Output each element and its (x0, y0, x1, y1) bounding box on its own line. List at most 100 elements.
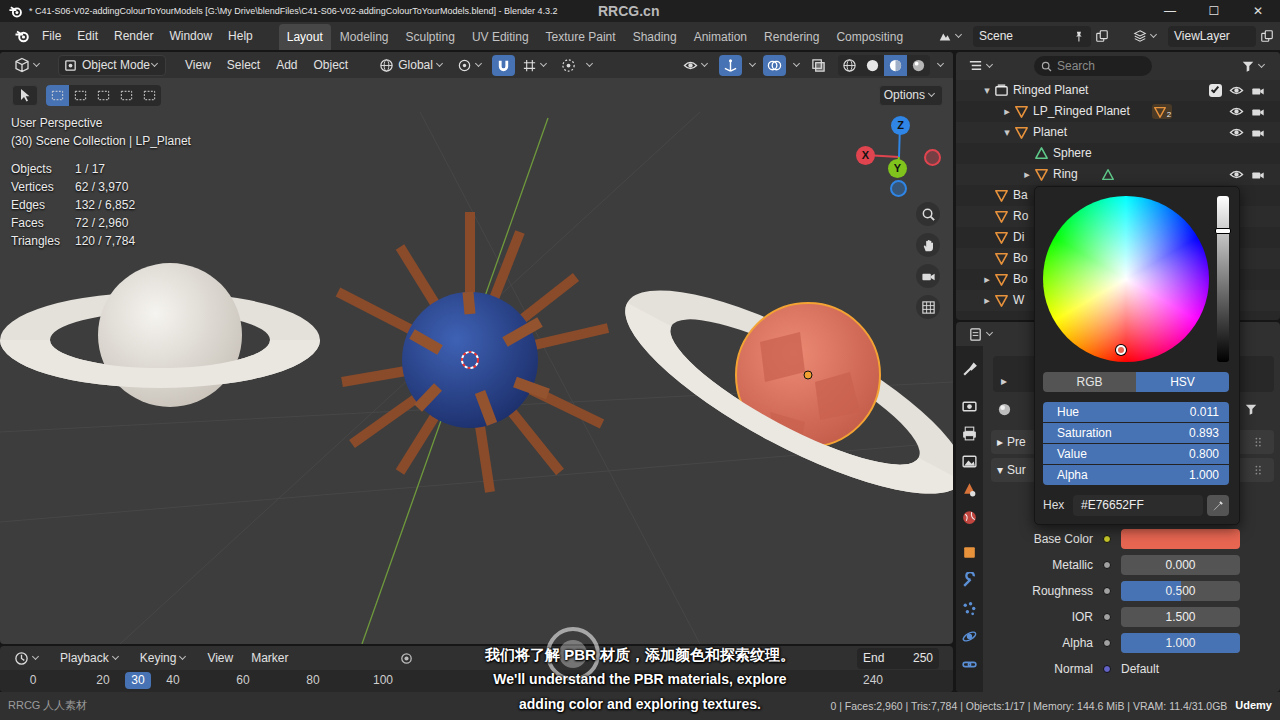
socket-dot-icon[interactable] (1103, 665, 1111, 673)
picker-field[interactable]: Saturation0.893 (1043, 423, 1229, 443)
row-label[interactable]: Planet (1033, 125, 1067, 139)
hue-saturation-wheel[interactable] (1043, 196, 1209, 362)
pivot-dropdown[interactable] (453, 55, 489, 76)
snap-toggle[interactable] (492, 55, 515, 76)
camera-icon[interactable] (1251, 168, 1265, 182)
outliner-row[interactable]: ▾Ringed Planet (956, 80, 1280, 101)
navigation-gizmo[interactable]: XYZ (850, 114, 950, 204)
workspace-tab[interactable]: Shading (625, 24, 685, 50)
value-slider[interactable] (1217, 196, 1229, 362)
property-slider[interactable]: 1.000 (1121, 633, 1240, 653)
viewport-menu[interactable]: Add (268, 55, 305, 75)
menu-item[interactable]: File (34, 26, 69, 46)
timeline-menu[interactable]: Keying (136, 648, 194, 669)
close-button[interactable]: ✕ (1236, 4, 1280, 18)
row-label[interactable]: Di (1013, 230, 1024, 244)
editor-type-button[interactable] (964, 56, 1000, 77)
workspace-tab[interactable]: Rendering (756, 24, 827, 50)
camera-icon[interactable] (1251, 126, 1265, 140)
row-label[interactable]: Bo (1013, 251, 1028, 265)
current-frame-indicator[interactable]: 30 (125, 672, 151, 689)
scene-tab-icon[interactable] (961, 481, 978, 498)
viewport-menu[interactable]: Object (306, 55, 357, 75)
view_layer-tab-icon[interactable] (961, 453, 978, 470)
physics-tab-icon[interactable] (961, 628, 978, 645)
viewport-menu[interactable]: View (177, 55, 219, 75)
scene-browse-button[interactable] (934, 26, 969, 47)
viewport[interactable]: Object Mode ViewSelectAddObject Global Opt… (0, 52, 953, 644)
mode-dropdown[interactable]: Object Mode (58, 55, 166, 76)
xray-toggle[interactable] (807, 55, 830, 76)
timeline-menu[interactable]: Playback (56, 648, 126, 669)
axis-button[interactable]: X (856, 146, 875, 165)
overlay-toggle[interactable] (763, 55, 786, 76)
expand-toggle[interactable]: ▸ (980, 273, 994, 286)
tool-tab-icon[interactable] (961, 361, 978, 378)
property-slider[interactable]: 0.500 (1121, 581, 1240, 601)
negative-z-icon[interactable] (890, 180, 907, 197)
menu-item[interactable]: Render (106, 26, 161, 46)
pan-button[interactable] (916, 233, 940, 257)
slot-expand-toggle[interactable]: ▸ (1001, 374, 1007, 388)
workspace-tab[interactable]: Modeling (332, 24, 397, 50)
socket-dot-icon[interactable] (1103, 561, 1111, 569)
children-badge[interactable]: 2 (1152, 104, 1172, 120)
end-frame-field[interactable]: End250 (857, 648, 939, 669)
socket-dot-icon[interactable] (1103, 613, 1111, 621)
eye-icon[interactable] (1229, 167, 1244, 182)
maximize-button[interactable]: ☐ (1192, 4, 1236, 18)
view-layer-browse-button[interactable] (1129, 26, 1164, 47)
workspace-tab[interactable]: Compositing (828, 24, 911, 50)
select-mode-button[interactable] (46, 85, 69, 106)
zoom-button[interactable] (916, 202, 940, 226)
menu-item[interactable]: Help (220, 26, 261, 46)
scene-field[interactable]: Scene (973, 26, 1091, 47)
children-badge[interactable] (1100, 168, 1116, 182)
row-label[interactable]: LP_Ringed Planet (1033, 104, 1130, 118)
timeline-menu[interactable]: Marker (247, 648, 292, 669)
visibility-dropdown[interactable] (679, 55, 715, 76)
row-label[interactable]: Ba (1013, 188, 1028, 202)
workspace-tab[interactable]: Sculpting (398, 24, 463, 50)
row-label[interactable]: Ring (1053, 167, 1078, 181)
select-mode-button[interactable] (69, 85, 92, 106)
workspace-tab[interactable]: Layout (279, 24, 331, 50)
expand-toggle[interactable]: ▸ (1000, 105, 1014, 118)
axis-button[interactable]: Z (891, 116, 910, 135)
eye-icon[interactable] (1229, 104, 1244, 119)
workspace-tab[interactable]: Animation (686, 24, 755, 50)
select-mode-button[interactable] (92, 85, 115, 106)
row-label[interactable]: Ro (1013, 209, 1028, 223)
orientation-dropdown[interactable]: Global (375, 55, 450, 76)
picker-field[interactable]: Hue0.011 (1043, 402, 1229, 422)
viewport-menu[interactable]: Select (219, 55, 268, 75)
row-label[interactable]: Sphere (1053, 146, 1092, 160)
workspace-tab[interactable]: Texture Paint (538, 24, 624, 50)
snap-target-dropdown[interactable] (518, 55, 554, 76)
eye-icon[interactable] (1229, 83, 1244, 98)
eye-icon[interactable] (1229, 125, 1244, 140)
object-tab-icon[interactable] (961, 544, 978, 561)
shading-button[interactable] (884, 55, 907, 76)
gizmo-toggle[interactable] (719, 55, 742, 76)
panel-toggle[interactable]: ▸ (997, 435, 1003, 449)
camera-view-button[interactable] (916, 264, 940, 288)
property-slider[interactable]: 0.000 (1121, 555, 1240, 575)
options-dropdown[interactable]: Options (879, 85, 943, 106)
socket-dot-icon[interactable] (1103, 587, 1111, 595)
eyedropper-button[interactable] (1207, 495, 1229, 516)
property-value[interactable]: Default (1121, 662, 1159, 676)
output-tab-icon[interactable] (961, 425, 978, 442)
workspace-tab[interactable]: UV Editing (464, 24, 537, 50)
picker-field[interactable]: Value0.800 (1043, 444, 1229, 464)
proportional-toggle[interactable] (557, 55, 580, 76)
outliner-row[interactable]: ▾Planet (956, 122, 1280, 143)
modifier-tab-icon[interactable] (961, 572, 978, 589)
value-handle[interactable] (1215, 228, 1231, 234)
timeline-ruler[interactable]: 02040608010024030 (0, 670, 953, 692)
row-label[interactable]: Ringed Planet (1013, 83, 1088, 97)
hex-field[interactable]: #E76652FF (1073, 495, 1203, 516)
outliner-row[interactable]: Sphere (956, 143, 1280, 164)
negative-x-icon[interactable] (924, 149, 941, 166)
camera-icon[interactable] (1251, 105, 1265, 119)
